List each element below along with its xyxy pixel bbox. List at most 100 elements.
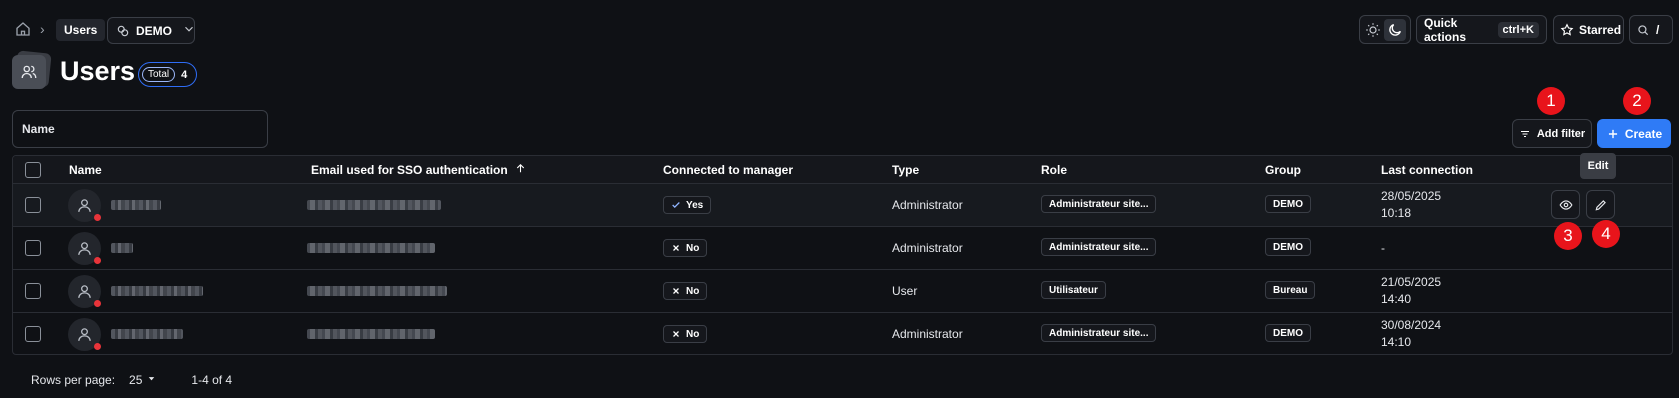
- sun-icon[interactable]: [1364, 21, 1382, 39]
- group-chip: DEMO: [1265, 195, 1311, 213]
- column-connected[interactable]: Connected to manager: [663, 163, 793, 177]
- quick-actions-shortcut: ctrl+K: [1497, 21, 1539, 38]
- starred-button[interactable]: Starred: [1553, 15, 1624, 44]
- user-type: Administrator: [892, 241, 963, 255]
- status-dot: [94, 214, 101, 221]
- table-row[interactable]: No Administrator Administrateur site... …: [13, 227, 1672, 270]
- column-last-connection[interactable]: Last connection: [1381, 163, 1473, 177]
- user-type: User: [892, 284, 918, 298]
- redacted-name: [111, 200, 161, 210]
- plus-icon: [1606, 127, 1620, 141]
- moon-icon[interactable]: [1384, 18, 1406, 41]
- row-checkbox[interactable]: [25, 283, 41, 299]
- create-label: Create: [1624, 126, 1663, 141]
- avatar: [68, 275, 101, 308]
- last-connection-date: 30/08/2024: [1381, 318, 1442, 332]
- last-connection-date: 21/05/2025: [1381, 275, 1442, 289]
- check-icon: [671, 200, 681, 210]
- column-role[interactable]: Role: [1041, 163, 1067, 177]
- redacted-name: [111, 286, 203, 296]
- last-connection-time: 14:40: [1381, 292, 1412, 306]
- column-email-label: Email used for SSO authentication: [311, 163, 508, 177]
- table-row[interactable]: No User Utilisateur Bureau 21/05/2025 14…: [13, 270, 1672, 313]
- select-all-checkbox[interactable]: [25, 162, 41, 178]
- workspace-select[interactable]: DEMO: [107, 17, 195, 44]
- starred-label: Starred: [1579, 22, 1622, 37]
- top-bar: › Users DEMO Quick actions ctrl+K Starre…: [0, 0, 1679, 60]
- user-type: Administrator: [892, 327, 963, 341]
- connected-badge: No: [663, 239, 708, 257]
- quick-actions-button[interactable]: Quick actions ctrl+K: [1416, 15, 1547, 44]
- add-filter-label: Add filter: [1536, 127, 1586, 140]
- user-type: Administrator: [892, 198, 963, 212]
- table-row[interactable]: No Administrator Administrateur site... …: [13, 313, 1672, 354]
- add-filter-button[interactable]: Add filter: [1512, 119, 1592, 148]
- total-label: Total: [142, 67, 176, 82]
- last-connection-time: 10:18: [1381, 206, 1412, 220]
- column-type[interactable]: Type: [892, 163, 919, 177]
- rows-per-page-label: Rows per page:: [31, 373, 116, 387]
- name-filter-input[interactable]: [22, 122, 258, 136]
- pencil-icon: [1594, 198, 1608, 212]
- table-row[interactable]: Yes Administrator Administrateur site...…: [13, 184, 1672, 227]
- breadcrumb-separator-icon: ›: [40, 21, 45, 37]
- connected-badge: No: [663, 282, 708, 300]
- connected-badge: No: [663, 325, 708, 343]
- status-dot: [94, 343, 101, 350]
- theme-toggle[interactable]: [1359, 15, 1411, 44]
- caret-down-icon: [146, 373, 157, 387]
- eye-icon: [1558, 198, 1573, 212]
- search-button[interactable]: /: [1629, 15, 1673, 44]
- users-page-icon: [12, 50, 52, 91]
- group-chip: Bureau: [1265, 281, 1316, 299]
- group-chip: DEMO: [1265, 238, 1311, 256]
- x-icon: [671, 286, 681, 296]
- callout-marker-4: 4: [1592, 220, 1620, 248]
- name-filter-field[interactable]: [12, 110, 268, 148]
- home-icon[interactable]: [14, 20, 32, 38]
- last-connection-date: -: [1381, 241, 1385, 255]
- total-badge: Total 4: [138, 62, 197, 87]
- connected-badge: Yes: [663, 196, 712, 214]
- rows-per-page-select[interactable]: 25: [129, 373, 157, 387]
- role-chip: Utilisateur: [1041, 281, 1106, 299]
- row-checkbox[interactable]: [25, 197, 41, 213]
- redacted-email: [307, 329, 435, 339]
- row-checkbox[interactable]: [25, 326, 41, 342]
- x-icon: [671, 243, 681, 253]
- avatar: [68, 232, 101, 265]
- last-connection-time: 14:10: [1381, 335, 1412, 349]
- rows-per-page-value: 25: [129, 373, 143, 387]
- redacted-name: [111, 329, 183, 339]
- star-icon: [1560, 22, 1574, 37]
- chevron-down-icon: [182, 22, 196, 39]
- view-button[interactable]: [1551, 190, 1580, 219]
- create-button[interactable]: Create: [1597, 119, 1671, 148]
- column-name[interactable]: Name: [69, 163, 102, 177]
- users-table: Name Email used for SSO authentication C…: [12, 155, 1673, 355]
- pagination: Rows per page: 25 1-4 of 4: [31, 373, 232, 387]
- edit-tooltip: Edit: [1580, 153, 1616, 179]
- sort-ascending-icon: [514, 162, 527, 178]
- workspace-label: DEMO: [136, 23, 172, 38]
- role-chip: Administrateur site...: [1041, 324, 1157, 342]
- quick-actions-label: Quick actions: [1424, 15, 1467, 44]
- redacted-name: [111, 243, 133, 253]
- avatar: [68, 318, 101, 351]
- edit-button[interactable]: [1586, 190, 1615, 219]
- search-shortcut: /: [1656, 22, 1660, 37]
- breadcrumb-users[interactable]: Users: [56, 19, 106, 41]
- users-icon: [12, 55, 46, 89]
- redacted-email: [307, 286, 447, 296]
- filter-icon: [1519, 128, 1531, 140]
- pagination-range: 1-4 of 4: [191, 373, 233, 387]
- row-checkbox[interactable]: [25, 240, 41, 256]
- x-icon: [671, 329, 681, 339]
- search-icon: [1636, 23, 1650, 37]
- workspace-icon: [116, 24, 130, 38]
- column-group[interactable]: Group: [1265, 163, 1301, 177]
- callout-marker-3: 3: [1554, 222, 1582, 250]
- page-title: Users: [60, 56, 136, 86]
- column-email[interactable]: Email used for SSO authentication: [311, 162, 527, 178]
- status-dot: [94, 257, 101, 264]
